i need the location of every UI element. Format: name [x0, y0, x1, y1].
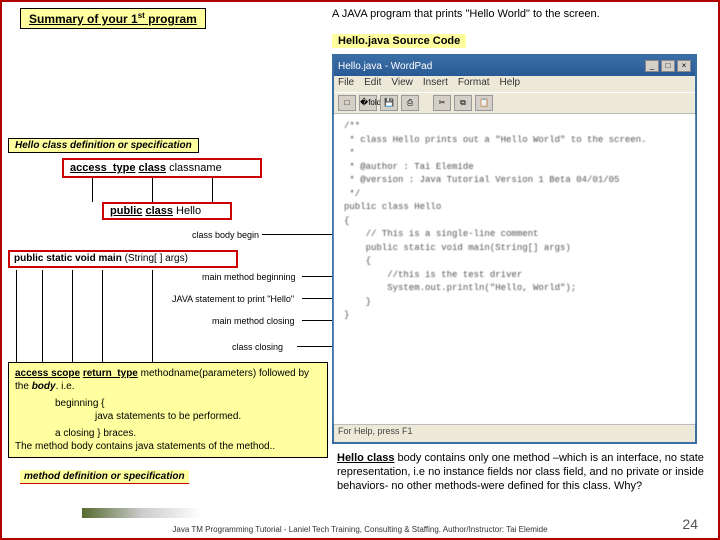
wordpad-menubar: File Edit View Insert Format Help — [334, 76, 695, 92]
footer-gradient — [82, 508, 202, 518]
connector-line — [297, 346, 332, 347]
main-begin-label: main method beginning — [202, 272, 296, 282]
connector-line — [262, 234, 332, 235]
cut-icon[interactable]: ✂ — [433, 95, 451, 111]
connector-line — [16, 270, 17, 365]
connector-line — [302, 320, 332, 321]
public-class-box: public class Hello — [102, 202, 232, 220]
class-def-label: Hello class definition or specification — [8, 138, 199, 153]
connector-line — [152, 178, 153, 202]
method-syntax-closing: a closing } braces. — [55, 427, 321, 440]
main-sig-box: public static void main (String[ ] args) — [8, 250, 238, 268]
menu-edit[interactable]: Edit — [364, 77, 381, 88]
method-syntax-line1: access scope return_type methodname(para… — [15, 367, 321, 393]
page-number: 24 — [682, 516, 698, 532]
new-icon[interactable]: □ — [338, 95, 356, 111]
menu-view[interactable]: View — [391, 77, 413, 88]
close-button[interactable]: × — [677, 60, 691, 72]
connector-line — [72, 270, 73, 365]
method-syntax-box: access scope return_type methodname(para… — [8, 362, 328, 458]
wordpad-body: /** * class Hello prints out a "Hello Wo… — [334, 114, 695, 424]
print-icon[interactable]: ⎙ — [401, 95, 419, 111]
java-stmt-label: JAVA statement to print "Hello" — [172, 294, 294, 304]
connector-line — [92, 178, 93, 202]
save-icon[interactable]: 💾 — [380, 95, 398, 111]
title-text: Summary of your 1st program — [29, 12, 197, 26]
menu-format[interactable]: Format — [458, 77, 490, 88]
wordpad-window: Hello.java - WordPad _ □ × File Edit View I… — [332, 54, 697, 444]
method-def-label: method definition or specification — [20, 470, 189, 484]
class-close-label: class closing — [232, 342, 283, 352]
subtitle: A JAVA program that prints "Hello World"… — [332, 8, 600, 20]
maximize-button[interactable]: □ — [661, 60, 675, 72]
copy-icon[interactable]: ⧉ — [454, 95, 472, 111]
open-icon[interactable]: �folder — [359, 95, 377, 111]
wordpad-title: Hello.java - WordPad — [338, 61, 432, 72]
connector-line — [102, 270, 103, 365]
wordpad-titlebar: Hello.java - WordPad _ □ × — [334, 56, 695, 76]
slide: Summary of your 1st program A JAVA progr… — [0, 0, 720, 540]
method-syntax-note: The method body contains java statements… — [15, 440, 321, 453]
class-body-begin-label: class body begin — [192, 230, 259, 240]
class-kw: class — [139, 162, 167, 174]
connector-line — [42, 270, 43, 365]
wordpad-statusbar: For Help, press F1 — [334, 424, 695, 440]
menu-insert[interactable]: Insert — [423, 77, 448, 88]
paste-icon[interactable]: 📋 — [475, 95, 493, 111]
title-box: Summary of your 1st program — [20, 8, 206, 29]
wordpad-toolbar: □ �folder 💾 ⎙ ✂ ⧉ 📋 — [334, 92, 695, 114]
connector-line — [302, 298, 332, 299]
menu-file[interactable]: File — [338, 77, 354, 88]
connector-line — [212, 178, 213, 202]
classname-text: classname — [169, 162, 222, 174]
connector-line — [302, 276, 332, 277]
minimize-button[interactable]: _ — [645, 60, 659, 72]
method-syntax-stmt: java statements to be performed. — [95, 410, 321, 423]
menu-help[interactable]: Help — [500, 77, 521, 88]
main-close-label: main method closing — [212, 316, 295, 326]
source-code-label: Hello.java Source Code — [332, 34, 466, 48]
explanation-text: Hello class body contains only one metho… — [337, 452, 707, 493]
method-syntax-beginning: beginning { — [55, 397, 321, 410]
footer-text: Java TM Programming Tutorial - Laniel Te… — [2, 525, 718, 534]
access-type-kw: access_type — [70, 162, 135, 174]
access-class-box: access_type class classname — [62, 158, 262, 178]
connector-line — [152, 270, 153, 365]
